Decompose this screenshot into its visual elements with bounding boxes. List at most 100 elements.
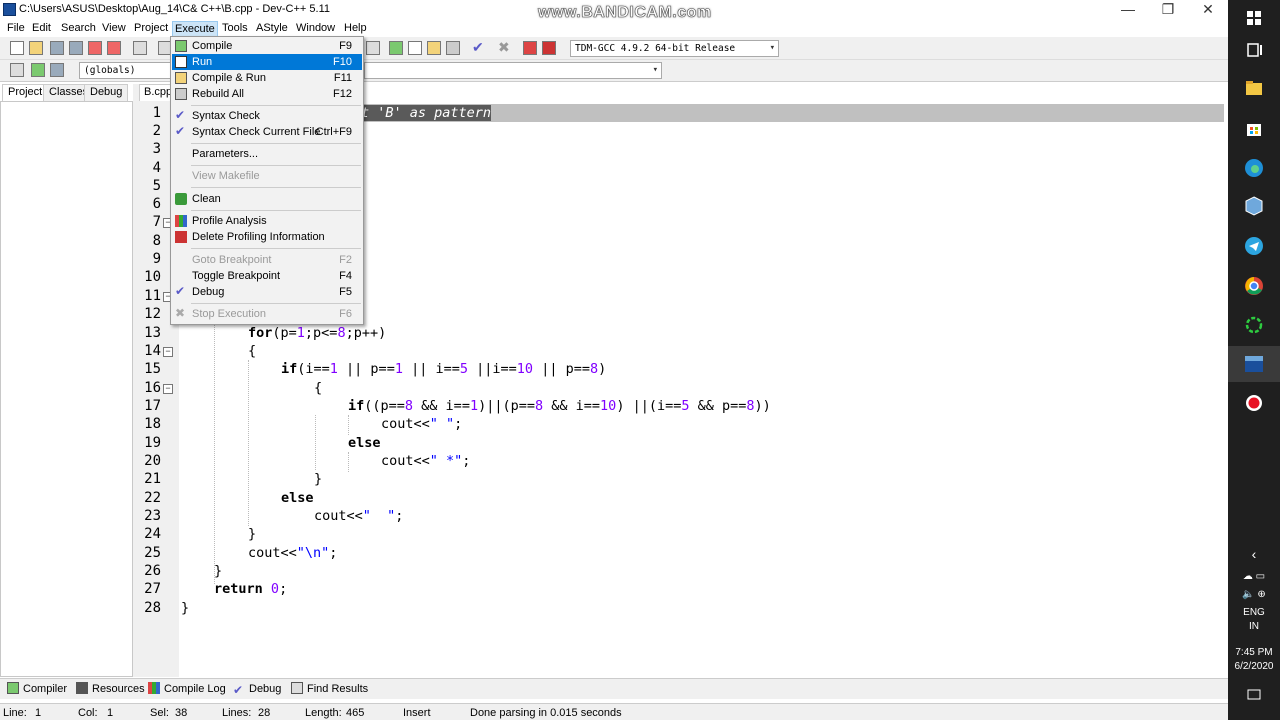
insert-icon[interactable] xyxy=(31,63,45,77)
tab-find-results[interactable]: Find Results xyxy=(291,682,368,696)
profile-icon[interactable] xyxy=(523,41,537,55)
line-number: 5 xyxy=(152,178,161,194)
loader-icon[interactable] xyxy=(1242,313,1266,337)
save-all-icon[interactable] xyxy=(69,41,83,55)
menu-item-compile-run[interactable]: Compile & Run F11 xyxy=(172,70,362,86)
task-view-icon[interactable] xyxy=(1242,38,1266,62)
print-icon[interactable] xyxy=(133,41,147,55)
bookmark-icon[interactable] xyxy=(50,63,64,77)
tab-compile-log[interactable]: Compile Log xyxy=(148,682,226,696)
menu-search[interactable]: Search xyxy=(59,21,98,35)
fold-toggle-icon[interactable]: − xyxy=(163,347,173,357)
line-number: 9 xyxy=(152,251,161,267)
menu-help[interactable]: Help xyxy=(342,21,369,35)
notification-icon[interactable] xyxy=(1247,688,1261,702)
windows-icon[interactable] xyxy=(1242,6,1266,30)
close-button[interactable]: ✕ xyxy=(1188,0,1228,20)
number: 8 xyxy=(589,361,599,377)
new-file-icon[interactable] xyxy=(10,41,24,55)
menu-file[interactable]: File xyxy=(5,21,27,35)
number: 8 xyxy=(404,398,414,414)
rebuild-icon xyxy=(175,88,187,100)
indent-icon[interactable] xyxy=(366,41,380,55)
volume-icon[interactable]: 🔈 ⊕ xyxy=(1228,588,1280,601)
maximize-button[interactable]: ❐ xyxy=(1148,0,1188,20)
telegram-icon[interactable] xyxy=(1242,234,1266,258)
close-all-icon[interactable] xyxy=(107,41,121,55)
edge-icon[interactable] xyxy=(1242,156,1266,180)
code-line-23: cout<<" "; xyxy=(314,507,403,525)
fold-toggle-icon[interactable]: − xyxy=(163,384,173,394)
menu-item-rebuild-all[interactable]: Rebuild All F12 xyxy=(172,86,362,102)
chrome-icon[interactable] xyxy=(1242,274,1266,298)
tab-debug-bottom[interactable]: ✔ Debug xyxy=(233,682,281,697)
menu-item-label: Delete Profiling Information xyxy=(192,231,325,243)
menu-execute[interactable]: Execute xyxy=(172,21,218,37)
menu-item-syntax-check[interactable]: ✔ Syntax Check xyxy=(172,108,362,124)
region-indicator[interactable]: IN xyxy=(1228,620,1280,633)
line-number: 17 xyxy=(144,398,161,414)
status-lines-label: Lines: xyxy=(222,707,252,719)
bottom-panel-tabs: Compiler Resources Compile Log ✔ Debug Fi… xyxy=(0,678,1228,699)
code-token: ; xyxy=(462,453,471,469)
menu-item-run[interactable]: Run F10 xyxy=(172,54,362,70)
menu-item-delete-profiling[interactable]: Delete Profiling Information xyxy=(172,229,362,245)
open-icon[interactable] xyxy=(29,41,43,55)
tab-debug[interactable]: Debug xyxy=(84,84,129,101)
goto-icon[interactable] xyxy=(10,63,24,77)
devcpp-icon[interactable] xyxy=(1242,352,1266,376)
number: 8 xyxy=(337,325,346,341)
menu-tools[interactable]: Tools xyxy=(220,21,250,35)
rebuild-icon[interactable] xyxy=(446,41,460,55)
clock-time[interactable]: 7:45 PM xyxy=(1228,646,1280,659)
stop-icon[interactable]: ✖ xyxy=(498,40,512,55)
menu-window[interactable]: Window xyxy=(294,21,337,35)
menu-item-parameters[interactable]: Parameters... xyxy=(172,146,362,162)
scope-select[interactable]: (globals) xyxy=(79,62,171,79)
menu-astyle[interactable]: AStyle xyxy=(254,21,290,35)
save-icon[interactable] xyxy=(50,41,64,55)
tab-resources[interactable]: Resources xyxy=(76,682,145,696)
menu-item-debug[interactable]: ✔ Debug F5 xyxy=(172,284,362,300)
menu-item-label: Clean xyxy=(192,193,221,205)
menu-project[interactable]: Project xyxy=(132,21,170,35)
record-icon[interactable] xyxy=(1242,391,1266,415)
menu-item-syntax-check-current[interactable]: ✔ Syntax Check Current File Ctrl+F9 xyxy=(172,124,362,140)
close-file-icon[interactable] xyxy=(88,41,102,55)
string: "\n" xyxy=(296,545,330,561)
menu-item-profile-analysis[interactable]: Profile Analysis xyxy=(172,213,362,229)
menu-edit[interactable]: Edit xyxy=(30,21,53,35)
number: 5 xyxy=(459,361,469,377)
menu-item-toggle-breakpoint[interactable]: Toggle Breakpoint F4 xyxy=(172,268,362,284)
clock-date[interactable]: 6/2/2020 xyxy=(1228,660,1280,673)
line-number: 21 xyxy=(144,471,161,487)
tab-project[interactable]: Project xyxy=(2,84,49,101)
minimize-button[interactable]: — xyxy=(1108,0,1148,20)
store-icon[interactable] xyxy=(1242,116,1266,140)
run-icon[interactable] xyxy=(408,41,422,55)
compiler-select[interactable]: TDM-GCC 4.9.2 64-bit Release ▾ xyxy=(570,40,779,57)
line-number: 11 xyxy=(144,288,161,304)
status-mode: Insert xyxy=(403,707,431,719)
tab-label: Debug xyxy=(249,683,282,695)
menu-item-label: Debug xyxy=(192,286,225,298)
file-explorer-icon[interactable] xyxy=(1242,76,1266,100)
check-icon: ✔ xyxy=(233,683,244,697)
check-icon[interactable]: ✔ xyxy=(472,40,486,55)
delete-profile-icon[interactable] xyxy=(542,41,556,55)
compile-run-icon[interactable] xyxy=(427,41,441,55)
menu-item-clean[interactable]: Clean xyxy=(172,191,362,207)
menu-separator xyxy=(191,143,361,144)
string: " " xyxy=(362,508,396,524)
menu-item-shortcut: F10 xyxy=(333,56,352,68)
function-select[interactable]: ▾ xyxy=(364,62,662,79)
code-line-18: cout<<" "; xyxy=(381,415,462,433)
chevron-left-icon[interactable]: ‹ xyxy=(1228,547,1280,561)
language-indicator[interactable]: ENG xyxy=(1228,606,1280,619)
menu-item-compile[interactable]: Compile F9 xyxy=(172,38,362,54)
compile-icon[interactable] xyxy=(389,41,403,55)
virtualbox-icon[interactable] xyxy=(1242,194,1266,218)
tray-icons[interactable]: ☁ ▭ xyxy=(1228,570,1280,583)
menu-view[interactable]: View xyxy=(100,21,128,35)
tab-compiler[interactable]: Compiler xyxy=(7,682,67,696)
